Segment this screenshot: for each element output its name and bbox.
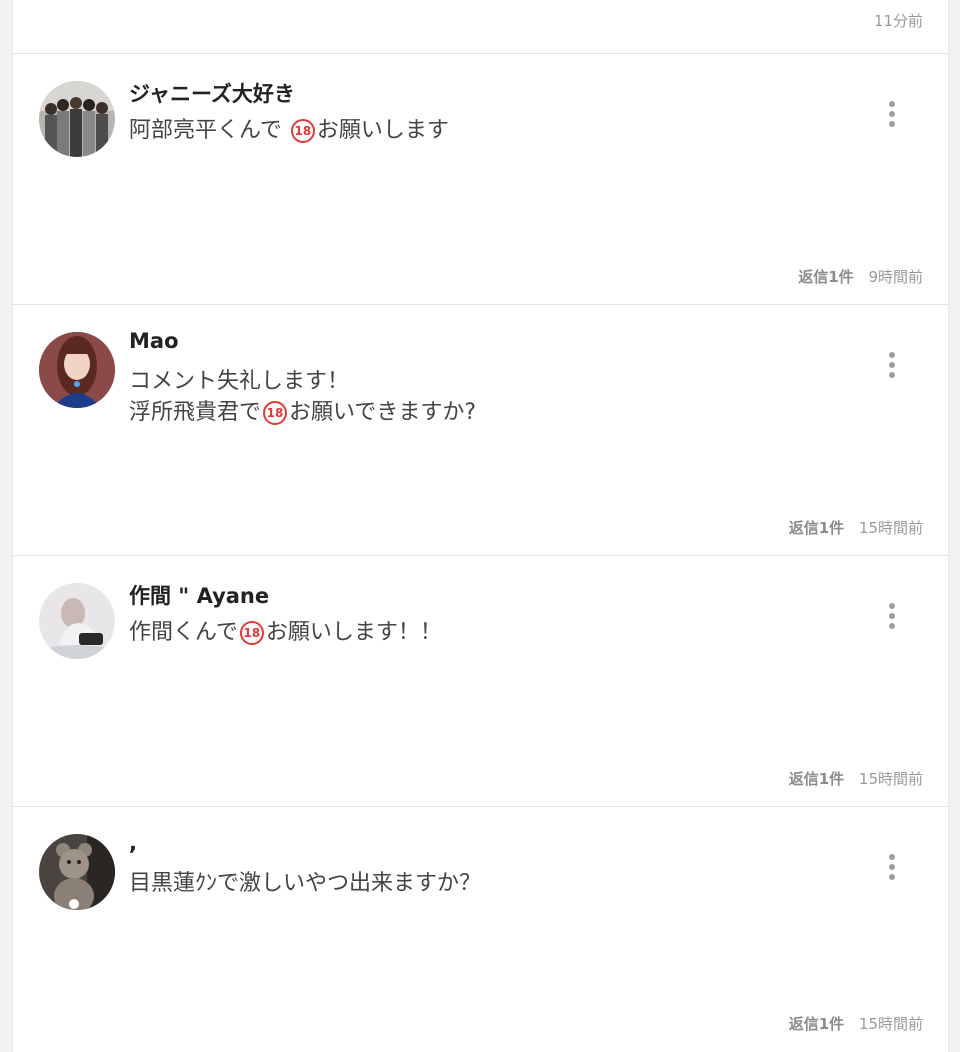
more-options-icon[interactable] (886, 602, 898, 632)
comment-text-part: お願いできますか? (289, 400, 477, 425)
comment-username[interactable]: 作間 " Ayane (129, 580, 269, 610)
timestamp: 15時間前 (858, 519, 923, 537)
comment-item: Mao コメント失礼します！ 浮所飛貴君で 18 お願いできますか? 返信1件 15… (13, 305, 948, 556)
previous-comment-footer: 11分前 (13, 0, 948, 54)
comment-item: 作間 " Ayane 作間くんで 18 お願いします！！ 返信1件 15時間前 (13, 556, 948, 807)
comment-username[interactable]: , (129, 831, 137, 855)
timestamp: 15時間前 (858, 770, 923, 788)
comment-footer: 返信1件 9時間前 (798, 266, 923, 287)
comment-item: ジャニーズ大好き 阿部亮平くんで 18 お願いします 返信1件 9時間前 (13, 54, 948, 305)
comment-item: , 目黒蓮ｸﾝで激しいやつ出来ますか？ 返信1件 15時間前 (13, 807, 948, 1052)
group-photo-avatar[interactable] (39, 81, 115, 157)
comment-text-part: お願いします！！ (265, 620, 442, 645)
comment-text-part: 作間くんで (129, 620, 238, 645)
more-options-icon[interactable] (886, 853, 898, 883)
comment-footer: 返信1件 15時間前 (789, 768, 923, 789)
photo-avatar[interactable] (39, 583, 115, 659)
reply-count-button[interactable]: 返信1件 (798, 268, 853, 286)
comment-text: 作間くんで 18 お願いします！！ (129, 614, 442, 646)
comment-footer: 返信1件 15時間前 (789, 1013, 923, 1034)
more-options-icon[interactable] (886, 100, 898, 130)
comment-text-part: 阿部亮平くんで (129, 118, 289, 143)
comment-feed: 11分前 ジャニーズ大好き 阿部亮平くんで 18 お願いします 返信1件 9時間… (12, 0, 949, 1052)
comment-text-part: 浮所飛貴君で (129, 400, 262, 425)
timestamp: 11分前 (873, 12, 923, 30)
age-18-badge-icon: 18 (263, 401, 288, 425)
more-options-icon[interactable] (886, 351, 898, 381)
portrait-avatar[interactable] (39, 332, 115, 408)
age-18-badge-icon: 18 (239, 621, 264, 645)
timestamp: 9時間前 (868, 268, 923, 286)
comment-footer: 返信1件 15時間前 (789, 517, 923, 538)
comment-text-part: お願いします (316, 118, 449, 143)
timestamp: 15時間前 (858, 1015, 923, 1033)
reply-count-button[interactable]: 返信1件 (789, 1015, 844, 1033)
reply-count-button[interactable]: 返信1件 (789, 770, 844, 788)
age-18-badge-icon: 18 (290, 119, 315, 143)
comment-username[interactable]: Mao (129, 329, 179, 353)
comment-username[interactable]: ジャニーズ大好き (129, 78, 295, 108)
reply-count-button[interactable]: 返信1件 (789, 519, 844, 537)
comment-text: コメント失礼します！ (129, 369, 350, 394)
comment-text: 目黒蓮ｸﾝで激しいやつ出来ますか？ (129, 871, 482, 896)
comment-text: 浮所飛貴君で 18 お願いできますか? (129, 394, 476, 426)
teddy-bear-avatar[interactable] (39, 834, 115, 910)
comment-text: 阿部亮平くんで 18 お願いします (129, 112, 449, 144)
